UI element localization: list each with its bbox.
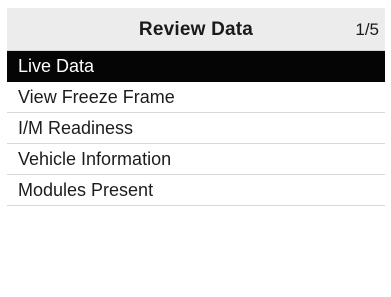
- device-screen: Review Data 1/5 Live Data View Freeze Fr…: [0, 0, 391, 297]
- empty-content-area: [7, 206, 385, 297]
- menu-item-live-data[interactable]: Live Data: [7, 51, 385, 82]
- review-data-menu: Live Data View Freeze Frame I/M Readines…: [7, 51, 385, 206]
- menu-item-modules-present[interactable]: Modules Present: [7, 175, 385, 206]
- menu-item-vehicle-information[interactable]: Vehicle Information: [7, 144, 385, 175]
- menu-item-im-readiness[interactable]: I/M Readiness: [7, 113, 385, 144]
- menu-item-view-freeze-frame[interactable]: View Freeze Frame: [7, 82, 385, 113]
- title-bar: Review Data 1/5: [7, 8, 385, 51]
- page-title: Review Data: [138, 19, 254, 40]
- page-indicator: 1/5: [355, 20, 379, 39]
